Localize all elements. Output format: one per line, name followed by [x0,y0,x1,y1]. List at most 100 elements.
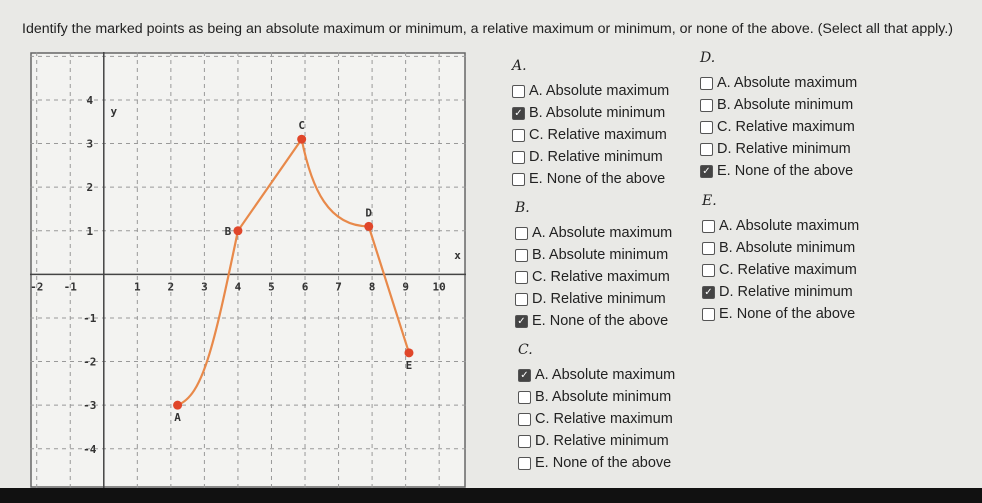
option-checkbox[interactable]: ✓ E. None of the above [700,160,857,182]
y-tick-label: 1 [86,225,93,238]
option-checkbox[interactable]: ✓ D. Relative minimum [702,281,859,303]
option-label: D. Relative minimum [719,284,853,300]
x-tick-label: -2 [30,280,43,293]
x-tick-label: 5 [268,280,275,293]
x-tick-label: 1 [134,280,141,293]
option-checkbox[interactable]: C. Relative maximum [700,116,857,138]
option-label: D. Relative minimum [529,149,663,165]
option-checkbox[interactable]: C. Relative maximum [518,408,675,430]
y-tick-label: -4 [83,443,97,456]
checkbox-icon[interactable] [515,292,528,306]
checked-checkbox-icon[interactable]: ✓ [515,314,528,328]
checkbox-icon[interactable] [700,120,713,134]
point-label: C [298,119,305,132]
option-label: C. Relative maximum [529,127,667,143]
x-axis-label: x [454,249,461,262]
option-label: A. Absolute maximum [535,367,676,383]
y-tick-label: -3 [83,399,96,412]
y-tick-label: 4 [86,94,93,107]
x-tick-label: 2 [168,280,175,293]
option-checkbox[interactable]: E. None of the above [518,452,675,474]
option-label: D. Relative minimum [535,433,669,449]
checkbox-icon[interactable] [702,307,715,321]
checkbox-icon[interactable] [512,128,525,142]
option-label: B. Absolute minimum [717,97,854,113]
answer-group-d: D. A. Absolute maximum B. Absolute minimum… [700,50,857,182]
checkbox-icon[interactable] [512,84,525,98]
answer-group-a: A. A. Absolute maximum ✓ B. Absolute minimu… [512,58,669,190]
option-checkbox[interactable]: E. None of the above [512,168,669,190]
screen-bezel [0,488,982,503]
option-label: B. Absolute minimum [532,247,669,263]
x-tick-label: 9 [402,280,409,293]
point-a [173,400,183,410]
option-label: A. Absolute maximum [529,83,670,99]
option-label: E. None of the above [532,313,669,329]
option-label: B. Absolute minimum [719,240,856,256]
point-d [364,221,374,231]
option-label: B. Absolute minimum [529,105,666,121]
option-checkbox[interactable]: C. Relative maximum [515,266,672,288]
option-checkbox[interactable]: E. None of the above [702,303,859,325]
checkbox-icon[interactable] [518,412,531,426]
y-tick-label: -1 [83,312,97,325]
x-tick-label: 3 [201,280,208,293]
option-checkbox[interactable]: ✓ A. Absolute maximum [518,364,675,386]
answer-group-e: E. A. Absolute maximum B. Absolute minimum… [702,193,859,325]
option-checkbox[interactable]: ✓ B. Absolute minimum [512,102,669,124]
group-title: D. [700,50,716,66]
option-checkbox[interactable]: A. Absolute maximum [515,222,672,244]
checkbox-icon[interactable] [515,248,528,262]
checked-checkbox-icon[interactable]: ✓ [518,368,531,382]
checked-checkbox-icon[interactable]: ✓ [700,164,713,178]
checkbox-icon[interactable] [518,434,531,448]
point-label: D [365,206,372,219]
option-checkbox[interactable]: C. Relative maximum [512,124,669,146]
checked-checkbox-icon[interactable]: ✓ [512,106,525,120]
y-tick-label: -2 [83,356,96,369]
option-checkbox[interactable]: D. Relative minimum [515,288,672,310]
checkbox-icon[interactable] [702,241,715,255]
checkbox-icon[interactable] [702,263,715,277]
option-checkbox[interactable]: A. Absolute maximum [700,72,857,94]
option-label: B. Absolute minimum [535,389,672,405]
option-checkbox[interactable]: D. Relative minimum [518,430,675,452]
option-checkbox[interactable]: D. Relative minimum [700,138,857,160]
x-tick-label: 8 [369,280,376,293]
checkbox-icon[interactable] [700,76,713,90]
checkbox-icon[interactable] [512,150,525,164]
checkbox-icon[interactable] [512,172,525,186]
option-checkbox[interactable]: A. Absolute maximum [512,80,669,102]
checkbox-icon[interactable] [515,270,528,284]
option-checkbox[interactable]: C. Relative maximum [702,259,859,281]
option-checkbox[interactable]: ✓ E. None of the above [515,310,672,332]
point-label: B [225,225,232,238]
option-checkbox[interactable]: B. Absolute minimum [518,386,675,408]
x-tick-label: 4 [235,280,242,293]
option-checkbox[interactable]: D. Relative minimum [512,146,669,168]
y-tick-label: 3 [86,138,93,151]
checkbox-icon[interactable] [518,456,531,470]
point-e [404,348,414,358]
group-title: E. [702,193,717,209]
option-checkbox[interactable]: B. Absolute minimum [700,94,857,116]
option-label: C. Relative maximum [535,411,673,427]
function-graph: -2 -1 1 2 3 4 5 6 7 8 9 10 -4 -3 -2 -1 1 2 3 4 x y A B C D E [30,52,466,488]
option-checkbox[interactable]: B. Absolute minimum [702,237,859,259]
option-label: E. None of the above [529,171,666,187]
option-checkbox[interactable]: A. Absolute maximum [702,215,859,237]
option-label: C. Relative maximum [719,262,857,278]
option-label: E. None of the above [717,163,854,179]
x-tick-label: 10 [433,280,446,293]
group-title: B. [515,200,530,216]
option-label: C. Relative maximum [532,269,670,285]
checkbox-icon[interactable] [700,98,713,112]
checkbox-icon[interactable] [515,226,528,240]
answer-group-b: B. A. Absolute maximum B. Absolute minimum… [515,200,672,332]
checkbox-icon[interactable] [700,142,713,156]
checkbox-icon[interactable] [702,219,715,233]
option-label: A. Absolute maximum [717,75,858,91]
checked-checkbox-icon[interactable]: ✓ [702,285,715,299]
option-checkbox[interactable]: B. Absolute minimum [515,244,672,266]
checkbox-icon[interactable] [518,390,531,404]
